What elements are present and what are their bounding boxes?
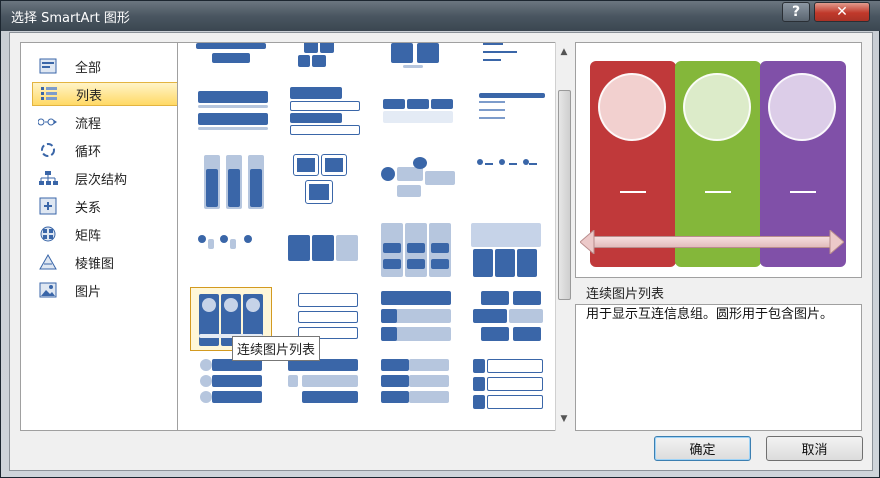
layout-description: 用于显示互连信息组。圆形用于包含图片。 [575,304,862,431]
close-button[interactable]: ✕ [814,2,870,22]
layout-thumbnail[interactable] [377,287,459,351]
category-label: 流程 [75,116,102,132]
layout-preview [575,42,862,278]
list-icon [38,85,60,103]
category-label: 循环 [75,144,102,160]
layout-thumbnail[interactable] [469,287,551,351]
layout-thumbnail[interactable] [190,355,272,419]
gallery-scrollbar[interactable]: ▲ ▼ [555,42,572,431]
hierarchy-icon [37,169,59,187]
category-label: 关系 [75,200,102,216]
all-icon [37,57,59,75]
pyramid-icon [37,253,59,271]
layout-thumbnail[interactable] [190,83,272,147]
category-relationship[interactable]: 关系 [32,194,182,218]
layout-thumbnail[interactable] [377,83,459,147]
category-matrix[interactable]: 矩阵 [32,222,182,246]
layout-thumbnail[interactable] [469,221,551,285]
category-label: 矩阵 [75,228,102,244]
double-arrow-icon [580,230,844,254]
scroll-up-icon[interactable]: ▲ [556,44,572,60]
layout-thumbnail[interactable] [190,221,272,285]
picture-circle [683,73,751,141]
picture-circle [598,73,666,141]
picture-icon [37,281,59,299]
category-process[interactable]: 流程 [32,110,182,134]
cancel-button[interactable]: 取消 [766,436,863,461]
category-label: 列表 [76,88,103,104]
scroll-thumb[interactable] [558,90,571,300]
layout-thumbnail[interactable] [284,83,366,147]
layout-thumbnail[interactable] [469,151,551,215]
layout-thumbnail[interactable] [377,221,459,285]
relationship-icon [37,197,59,215]
smartart-dialog: 选择 SmartArt 图形 ? ✕ 全部 列表 流程 循环 层次结构 关系 矩… [0,0,880,478]
category-hierarchy[interactable]: 层次结构 [32,166,182,190]
cycle-icon [37,141,59,159]
scroll-down-icon[interactable]: ▼ [556,411,572,427]
layout-thumbnail[interactable] [190,151,272,215]
category-list: 全部 列表 流程 循环 层次结构 关系 矩阵 棱锥图 图片 [20,42,185,431]
process-icon [37,113,59,131]
layout-thumbnail[interactable] [284,221,366,285]
window-title: 选择 SmartArt 图形 [11,11,130,26]
category-pyramid[interactable]: 棱锥图 [32,250,182,274]
category-label: 棱锥图 [75,256,115,272]
category-cycle[interactable]: 循环 [32,138,182,162]
category-picture[interactable]: 图片 [32,278,182,302]
layout-thumbnail[interactable] [284,355,366,419]
layout-thumbnail[interactable] [469,83,551,147]
layout-thumbnail[interactable] [377,355,459,419]
category-label: 全部 [75,60,102,76]
title-bar: 选择 SmartArt 图形 ? ✕ [1,1,880,31]
matrix-icon [37,225,59,243]
layout-thumbnail[interactable] [377,151,459,215]
layout-thumbnail[interactable] [284,151,366,215]
layout-gallery [177,42,568,431]
dialog-body: 全部 列表 流程 循环 层次结构 关系 矩阵 棱锥图 图片 连续图片列表 ▲ ▼… [9,32,873,471]
category-label: 图片 [75,284,102,300]
help-button[interactable]: ? [782,2,810,22]
layout-thumbnail[interactable] [469,355,551,419]
picture-circle [768,73,836,141]
category-label: 层次结构 [75,172,128,188]
layout-name: 连续图片列表 [586,287,665,302]
layout-tooltip: 连续图片列表 [232,336,321,361]
category-list-item[interactable]: 列表 [32,82,182,106]
ok-button[interactable]: 确定 [654,436,751,461]
category-all[interactable]: 全部 [32,54,182,78]
